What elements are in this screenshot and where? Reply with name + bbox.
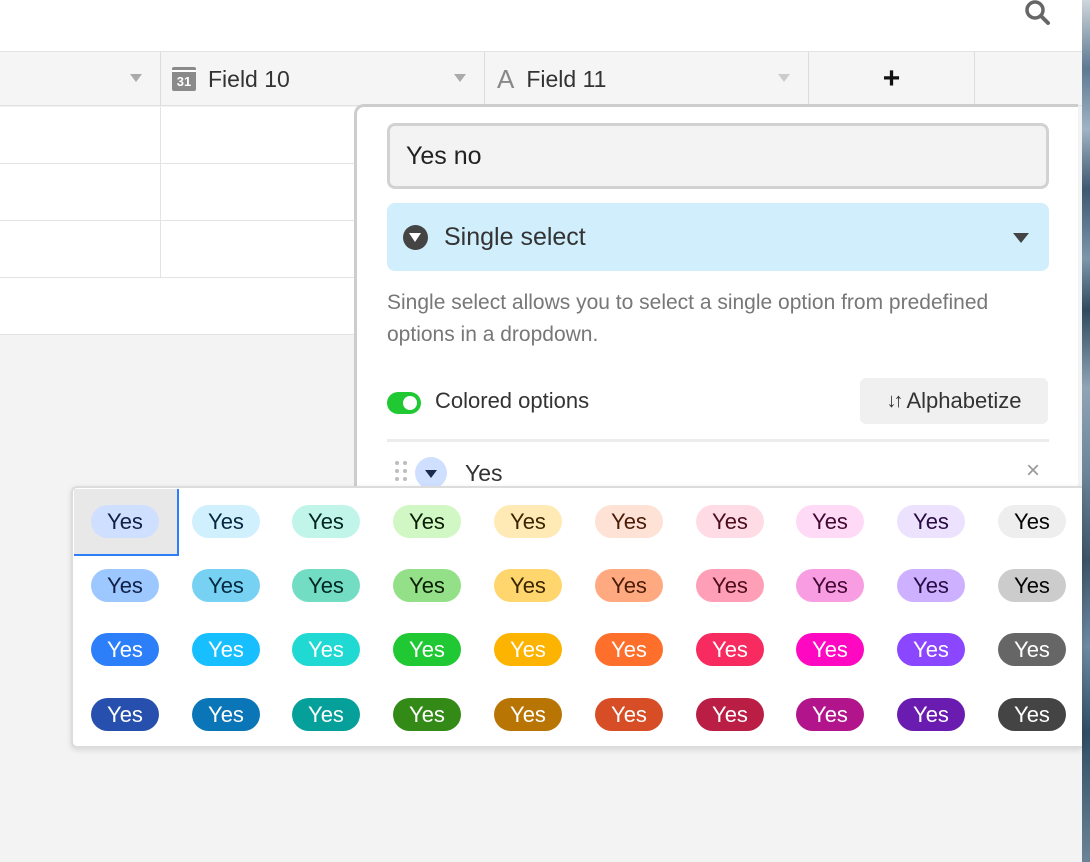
sort-icon: ↓↑ [886,389,904,412]
column-header-label: Field 10 [208,65,290,92]
text-icon: A [497,63,515,94]
drag-handle-icon[interactable] [395,461,409,485]
color-swatch-option[interactable]: Yes [393,569,461,602]
color-swatch-option[interactable]: Yes [696,633,764,666]
color-swatch-option[interactable]: Yes [796,698,864,731]
add-field-button[interactable]: + [809,52,975,106]
colored-options-toggle[interactable] [387,392,421,414]
color-swatch-option[interactable]: Yes [696,505,764,538]
desktop-background-strip [1082,0,1090,862]
table-row[interactable] [0,221,360,278]
field-type-label: Single select [444,222,586,251]
column-menu-chevron-icon[interactable] [778,74,790,82]
calendar-icon: 31 [172,67,196,91]
color-swatch-option[interactable]: Yes [897,505,965,538]
color-palette: Yes Yes Yes Yes Yes Yes Yes Yes Yes Yes Yes Yes Yes Y… [71,486,1082,748]
color-swatch-option[interactable]: Yes [595,569,663,602]
column-header-field-11[interactable]: A Field 11 [485,52,809,106]
option-label-input[interactable]: Yes [465,460,503,487]
single-select-icon [403,224,428,250]
color-swatch-option[interactable]: Yes [494,633,562,666]
color-swatch-option[interactable]: Yes [696,569,764,602]
add-row[interactable] [0,278,360,335]
color-swatch-option[interactable]: Yes [192,569,260,602]
color-swatch-option[interactable]: Yes [292,698,360,731]
color-swatch-option[interactable]: Yes [796,633,864,666]
color-swatch-option[interactable]: Yes [998,569,1066,602]
color-swatch-option[interactable]: Yes [595,698,663,731]
field-editor-panel: Yes no Single select Single select allow… [354,104,1078,524]
color-swatch-option[interactable]: Yes [696,698,764,731]
column-header-hidden[interactable] [0,52,161,106]
color-swatch-option[interactable]: Yes [796,569,864,602]
field-type-description: Single select allows you to select a sin… [387,291,989,346]
option-color-button[interactable] [415,457,447,489]
color-swatch-option[interactable]: Yes [91,633,159,666]
color-swatch-option[interactable]: Yes [897,633,965,666]
color-swatch-option[interactable]: Yes [494,698,562,731]
color-swatch-option[interactable]: Yes [998,505,1066,538]
color-swatch-option[interactable]: Yes [91,698,159,731]
color-swatch-option[interactable]: Yes [393,505,461,538]
alphabetize-label: Alphabetize [906,388,1022,413]
color-swatch-option[interactable]: Yes [595,505,663,538]
table-row[interactable] [0,164,360,221]
divider [387,439,1049,442]
remove-option-icon[interactable]: × [1026,457,1040,485]
column-header-field-10[interactable]: 31 Field 10 [161,52,485,106]
colored-options-label: Colored options [435,388,590,413]
table-row[interactable] [0,107,360,164]
plus-icon: + [882,62,901,95]
color-swatch-option[interactable]: Yes [393,698,461,731]
color-swatch-option[interactable]: Yes [192,505,260,538]
field-name-input[interactable]: Yes no [387,123,1049,189]
column-menu-chevron-icon[interactable] [130,74,142,82]
color-swatch-option[interactable]: Yes [393,633,461,666]
color-swatch-option[interactable]: Yes [494,569,562,602]
search-icon[interactable] [1022,0,1052,26]
color-swatch-option[interactable]: Yes [292,569,360,602]
column-menu-chevron-icon[interactable] [454,74,466,82]
color-swatch-option[interactable]: Yes [192,698,260,731]
color-swatch-option[interactable]: Yes [91,505,159,538]
color-swatch-option[interactable]: Yes [91,569,159,602]
column-header-row: 31 Field 10 A Field 11 + [0,52,1082,106]
color-swatch-option[interactable]: Yes [897,698,965,731]
color-swatch-option[interactable]: Yes [292,505,360,538]
color-swatch-option[interactable]: Yes [998,698,1066,731]
color-swatch-option[interactable]: Yes [998,633,1066,666]
color-swatch-option[interactable]: Yes [292,633,360,666]
color-swatch-option[interactable]: Yes [796,505,864,538]
color-swatch-option[interactable]: Yes [595,633,663,666]
alphabetize-button[interactable]: ↓↑ Alphabetize [860,378,1048,424]
chevron-down-icon [1013,233,1029,243]
top-toolbar [0,0,1082,52]
color-swatch-option[interactable]: Yes [897,569,965,602]
color-swatch-option[interactable]: Yes [494,505,562,538]
color-swatch-option[interactable]: Yes [192,633,260,666]
field-type-select[interactable]: Single select [387,203,1049,271]
column-header-label: Field 11 [526,65,607,92]
